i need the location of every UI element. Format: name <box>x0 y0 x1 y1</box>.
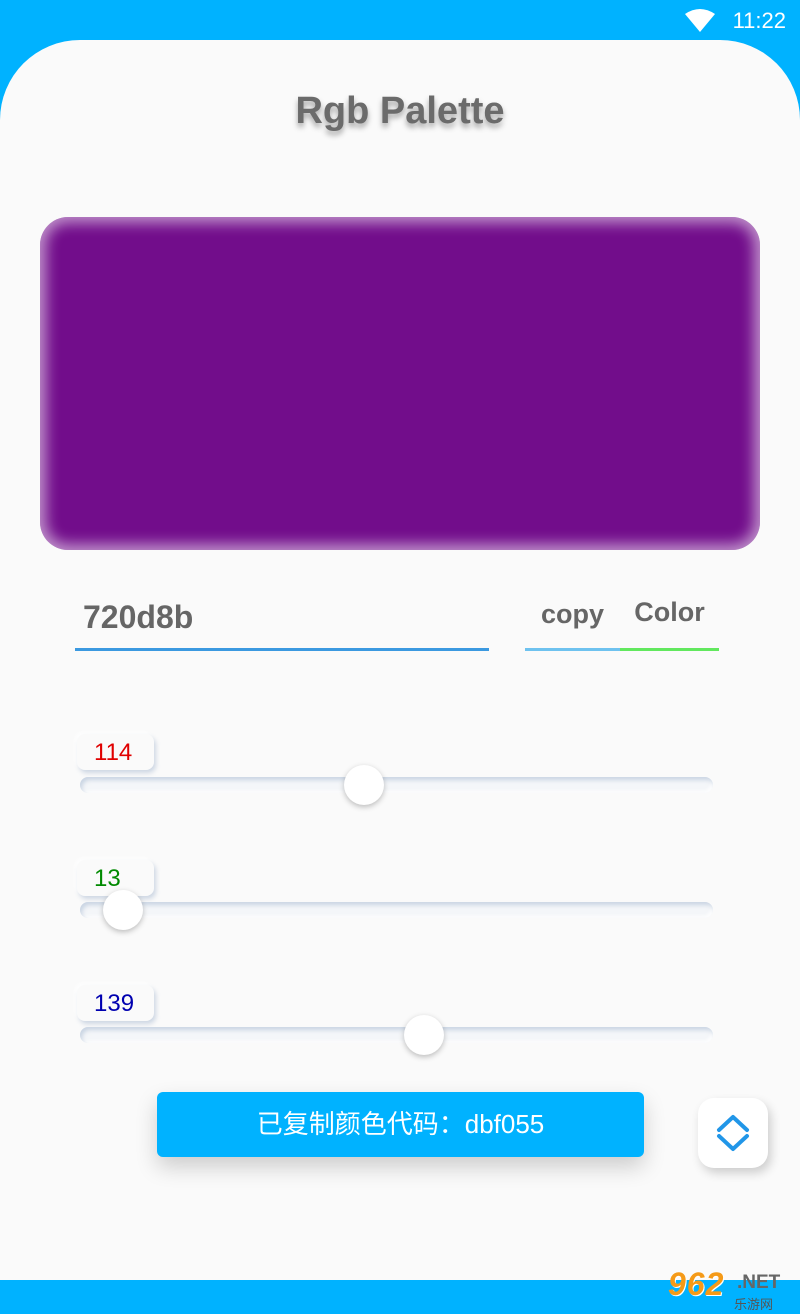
red-value-chip: 114 <box>77 734 154 770</box>
blue-value-label: 139 <box>94 990 135 1017</box>
green-slider-track[interactable] <box>80 902 713 918</box>
copied-toast: 已复制颜色代码：dbf055 <box>157 1092 644 1157</box>
watermark-suffix-text: .NET <box>737 1272 781 1293</box>
expand-collapse-icon <box>717 1115 749 1151</box>
status-bar: 11:22 <box>0 0 800 40</box>
main-sheet: Rgb Palette 720d8b copy Color 114 13 139… <box>0 40 800 1312</box>
expand-collapse-button[interactable] <box>698 1098 768 1168</box>
hex-input-value[interactable]: 720d8b <box>83 599 193 636</box>
red-slider-track[interactable] <box>80 777 713 793</box>
copy-button-label: copy <box>540 599 605 629</box>
hex-input-field[interactable]: 720d8b <box>75 585 489 651</box>
blue-slider-thumb[interactable] <box>403 1015 444 1055</box>
color-button[interactable]: Color <box>620 585 719 651</box>
green-value-label: 13 <box>94 865 121 892</box>
watermark-main-text: 962 <box>668 1266 725 1302</box>
blue-slider-track[interactable] <box>80 1027 713 1043</box>
status-time: 11:22 <box>732 8 786 33</box>
blue-value-chip: 139 <box>77 985 154 1021</box>
red-slider-thumb[interactable] <box>344 765 385 805</box>
color-button-label: Color <box>634 597 705 627</box>
wifi-icon <box>685 9 715 32</box>
site-watermark-logo: 962 .NET 乐游网 <box>662 1266 797 1314</box>
page-title: Rgb Palette <box>295 90 505 132</box>
red-value-label: 114 <box>94 739 133 766</box>
green-slider-thumb[interactable] <box>103 890 144 930</box>
watermark-sub-text: 乐游网 <box>734 1297 774 1312</box>
copy-button[interactable]: copy <box>525 585 620 651</box>
color-preview-swatch <box>40 217 760 550</box>
